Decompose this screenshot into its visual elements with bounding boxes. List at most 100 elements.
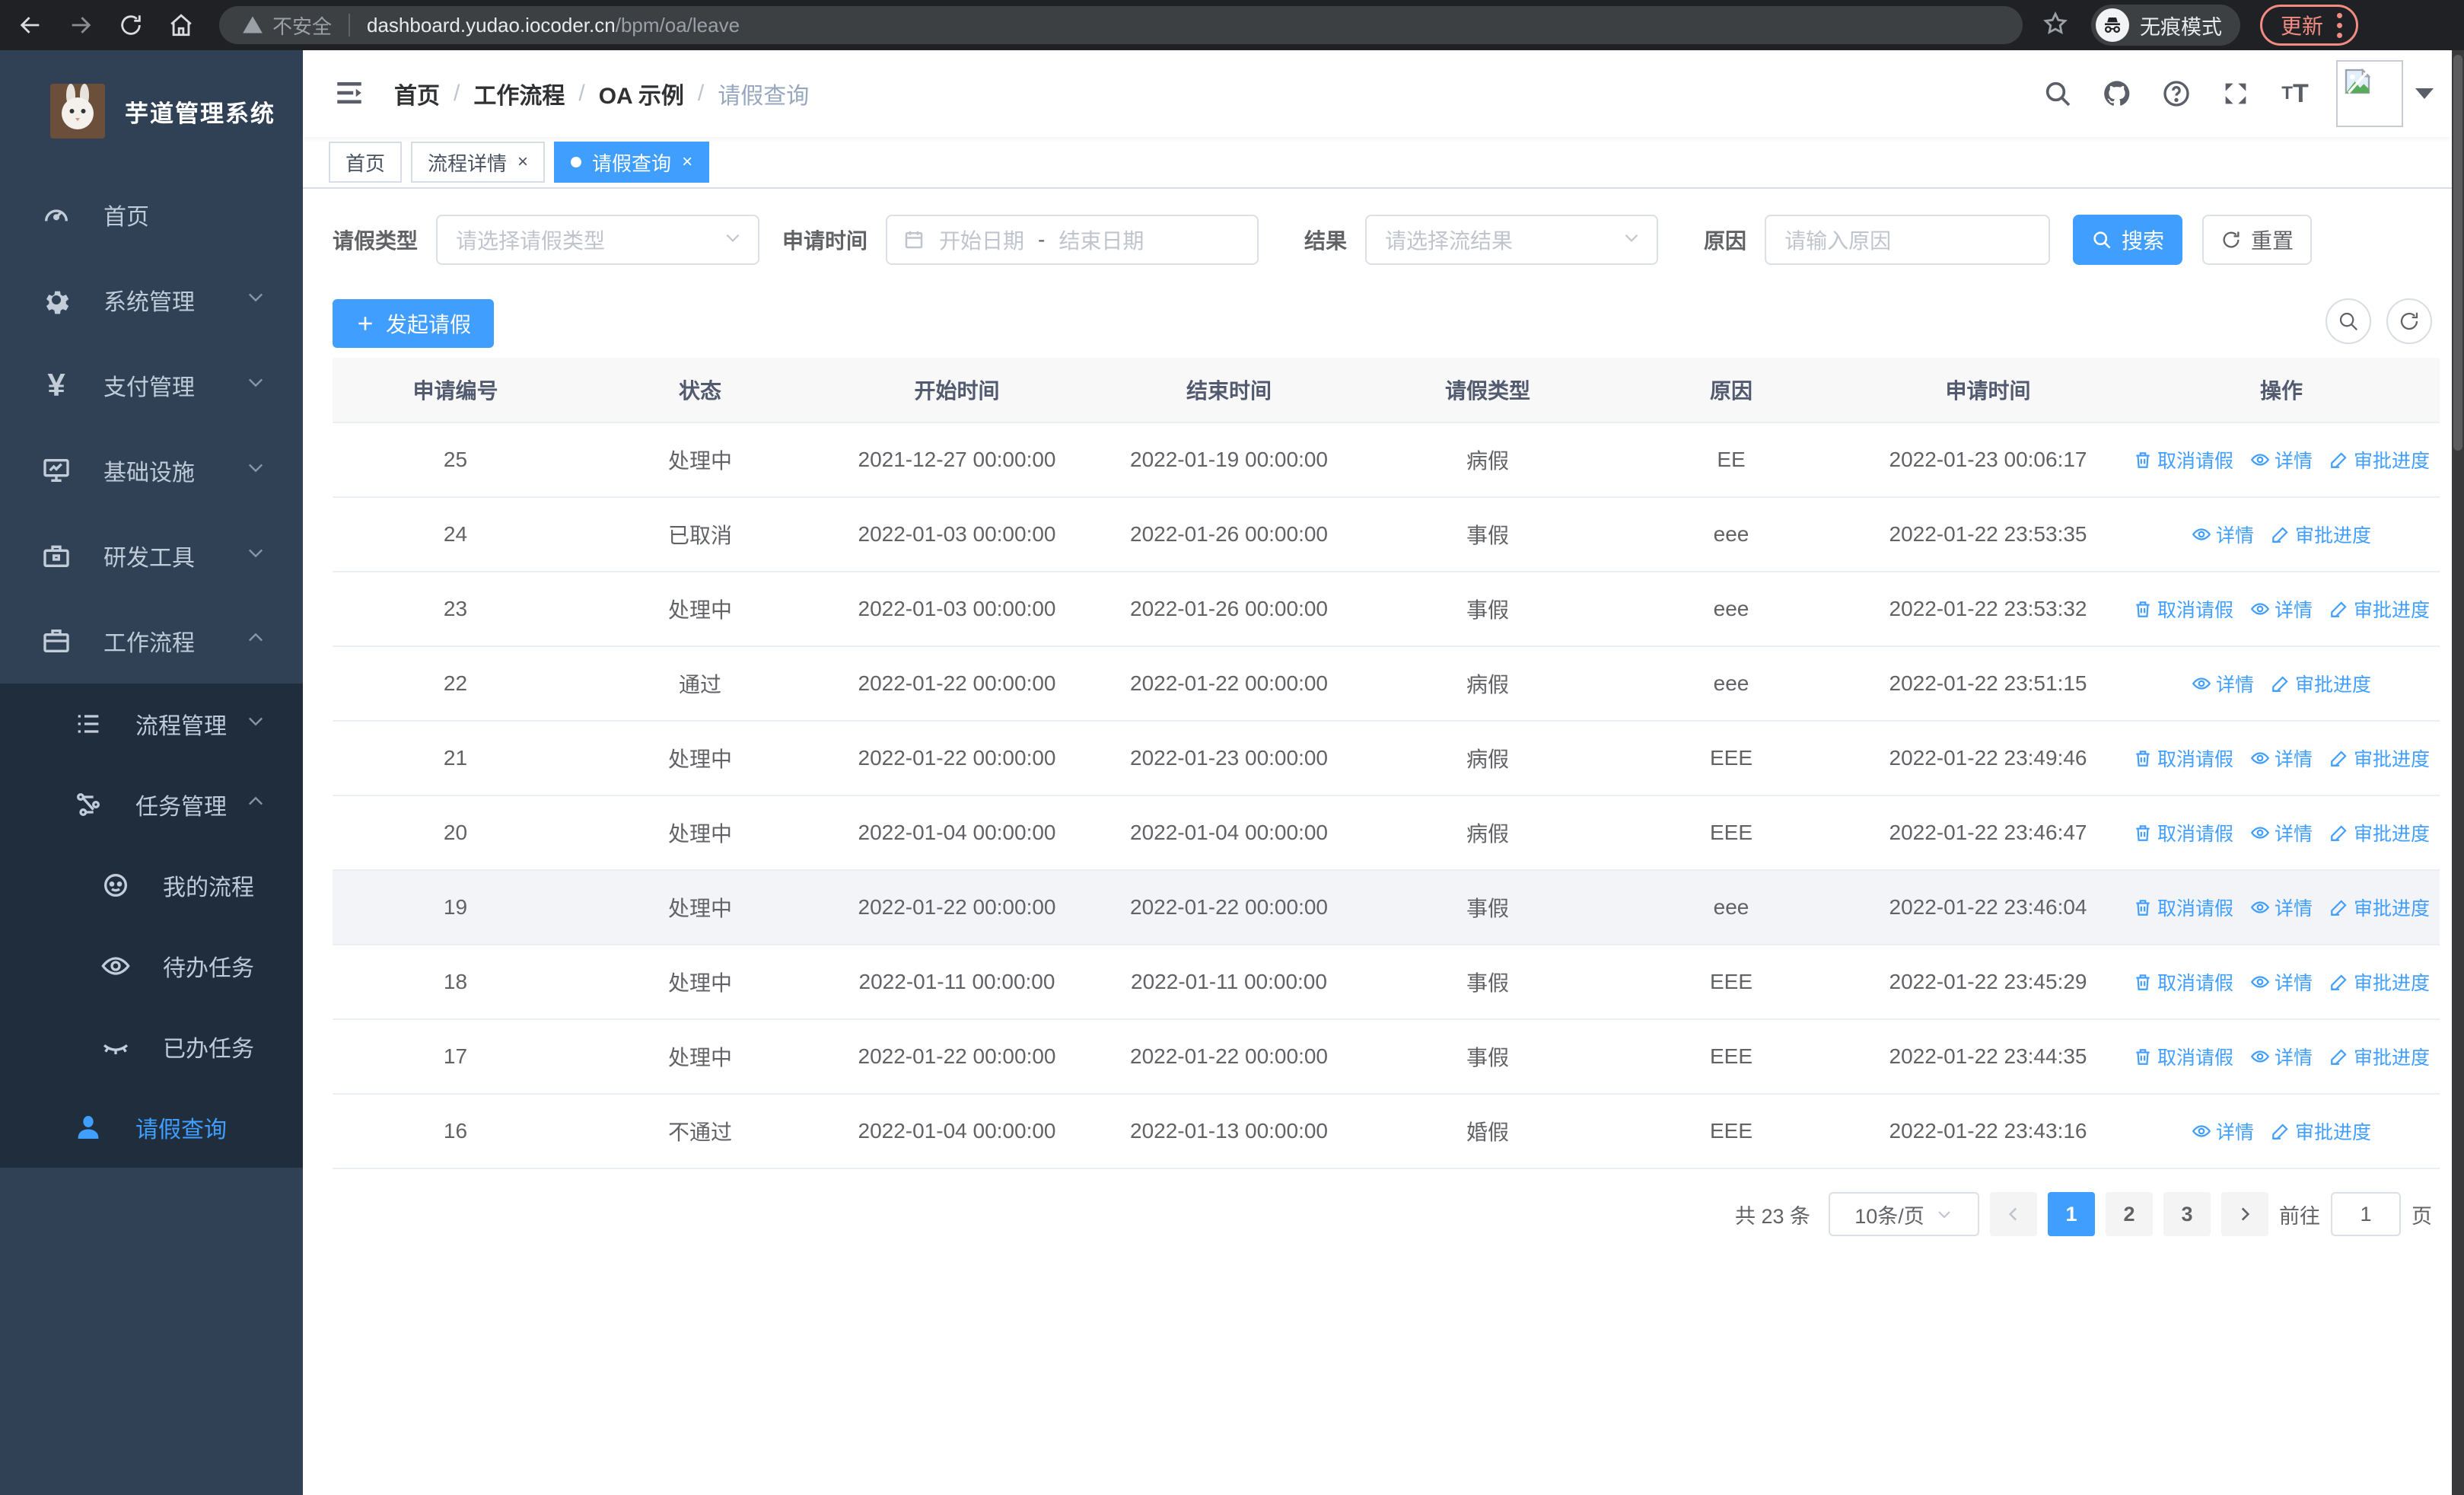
tab-leave-query[interactable]: 请假查询 × [554, 142, 710, 183]
detail-link[interactable]: 详情 [2250, 1043, 2313, 1070]
cell-leave-type: 病假 [1466, 748, 1509, 771]
approval-progress-link[interactable]: 审批进度 [2329, 446, 2430, 473]
bookmark-star-icon[interactable] [2042, 11, 2068, 40]
cell-actions: 取消请假 详情 审批进度 [2123, 595, 2440, 623]
approval-progress-link[interactable]: 审批进度 [2329, 1043, 2430, 1070]
close-icon[interactable]: × [517, 153, 528, 171]
start-date-placeholder: 开始日期 [939, 229, 1025, 253]
sidebar-item-devtools[interactable]: 研发工具 [0, 513, 303, 598]
approval-progress-link[interactable]: 审批进度 [2271, 670, 2371, 697]
goto-page-input[interactable] [2331, 1192, 2401, 1236]
page-button-3[interactable]: 3 [2163, 1192, 2211, 1236]
sidebar-item-leave-query[interactable]: 请假查询 [0, 1087, 303, 1168]
approval-progress-link[interactable]: 审批进度 [2329, 595, 2430, 623]
breadcrumb-item[interactable]: 工作流程 [473, 77, 565, 110]
help-icon[interactable] [2158, 75, 2195, 112]
approval-progress-link[interactable]: 审批进度 [2329, 744, 2430, 772]
navbar-actions: TT [2039, 60, 2434, 127]
cancel-leave-link[interactable]: 取消请假 [2133, 968, 2233, 996]
cancel-leave-link[interactable]: 取消请假 [2133, 446, 2233, 473]
detail-link[interactable]: 详情 [2250, 595, 2313, 623]
detail-link[interactable]: 详情 [2250, 744, 2313, 772]
address-bar[interactable]: 不安全 dashboard.yudao.iocoder.cn/bpm/oa/le… [219, 6, 2023, 44]
font-size-icon[interactable]: TT [2277, 75, 2313, 112]
avatar-menu-button[interactable] [2336, 60, 2434, 127]
browser-menu-icon[interactable] [2337, 12, 2343, 38]
caret-down-icon [2415, 88, 2434, 99]
detail-link[interactable]: 详情 [2192, 670, 2254, 697]
cell-status: 处理中 [667, 822, 732, 846]
detail-link[interactable]: 详情 [2192, 1117, 2254, 1145]
cell-start-time: 2022-01-11 00:00:00 [858, 970, 1055, 993]
approval-progress-link[interactable]: 审批进度 [2271, 1117, 2371, 1145]
next-page-button[interactable] [2221, 1192, 2268, 1236]
search-button[interactable]: 搜索 [2073, 215, 2183, 265]
approval-progress-link[interactable]: 审批进度 [2329, 819, 2430, 846]
approval-progress-link[interactable]: 审批进度 [2329, 968, 2430, 996]
sidebar-item-my-process[interactable]: 我的流程 [0, 845, 303, 926]
page-button-1[interactable]: 1 [2048, 1192, 2095, 1236]
search-icon[interactable] [2039, 75, 2076, 112]
browser-home-icon[interactable] [161, 5, 201, 45]
app-logo-row[interactable]: 芋道管理系统 [0, 50, 303, 172]
detail-link[interactable]: 详情 [2250, 819, 2313, 846]
page-scrollbar[interactable] [2452, 50, 2464, 1495]
breadcrumb-item[interactable]: OA 示例 [599, 77, 684, 110]
security-warning[interactable]: 不安全 [242, 11, 332, 40]
table-search-icon[interactable] [2326, 298, 2371, 344]
sidebar-item-done-tasks[interactable]: 已办任务 [0, 1006, 303, 1087]
sidebar-item-task-mgmt[interactable]: 任务管理 [0, 764, 303, 845]
leave-type-select[interactable]: 请选择请假类型 [436, 215, 760, 265]
close-icon[interactable]: × [682, 153, 692, 171]
create-leave-button[interactable]: 发起请假 [333, 299, 495, 348]
tab-home[interactable]: 首页 [329, 142, 403, 183]
browser-back-icon[interactable] [11, 5, 50, 45]
eye-icon [2192, 1125, 2211, 1137]
sidebar-item-workflow[interactable]: 工作流程 [0, 598, 303, 684]
sidebar-item-system[interactable]: 系统管理 [0, 257, 303, 343]
cell-status: 处理中 [667, 748, 732, 771]
cell-reason: EEE [1709, 821, 1753, 844]
cancel-leave-link[interactable]: 取消请假 [2133, 819, 2233, 846]
detail-link[interactable]: 详情 [2250, 968, 2313, 996]
sidebar-item-infra[interactable]: 基础设施 [0, 428, 303, 513]
cell-actions: 取消请假 详情 审批进度 [2123, 446, 2440, 473]
approval-progress-link[interactable]: 审批进度 [2271, 521, 2371, 548]
table-refresh-icon[interactable] [2386, 298, 2432, 344]
cancel-leave-link[interactable]: 取消请假 [2133, 744, 2233, 772]
tab-process-detail[interactable]: 流程详情 × [411, 142, 546, 183]
page-size-select[interactable]: 10条/页 [1829, 1192, 1979, 1236]
sidebar-item-payment[interactable]: ¥ 支付管理 [0, 343, 303, 428]
cell-start-time: 2022-01-22 00:00:00 [858, 895, 1056, 919]
fullscreen-icon[interactable] [2217, 75, 2254, 112]
approval-progress-link[interactable]: 审批进度 [2329, 894, 2430, 921]
sidebar-item-process-mgmt[interactable]: 流程管理 [0, 684, 303, 764]
eye-icon [2250, 1050, 2270, 1063]
cancel-leave-link[interactable]: 取消请假 [2133, 1043, 2233, 1070]
cancel-leave-link[interactable]: 取消请假 [2133, 894, 2233, 921]
breadcrumb-item[interactable]: 首页 [394, 77, 440, 110]
reason-input[interactable]: 请输入原因 [1765, 215, 2051, 265]
browser-forward-icon[interactable] [61, 5, 100, 45]
yen-icon: ¥ [47, 367, 65, 403]
github-icon[interactable] [2099, 75, 2135, 112]
table-row: 21 处理中 2022-01-22 00:00:00 2022-01-23 00… [333, 722, 2440, 796]
detail-link[interactable]: 详情 [2250, 894, 2313, 921]
result-select[interactable]: 请选择流结果 [1365, 215, 1659, 265]
page-button-2[interactable]: 2 [2106, 1192, 2153, 1236]
scrollbar-thumb[interactable] [2453, 55, 2462, 451]
sidebar-item-home[interactable]: 首页 [0, 172, 303, 257]
reset-button[interactable]: 重置 [2202, 215, 2313, 265]
browser-update-button[interactable]: 更新 [2260, 5, 2359, 46]
end-date-placeholder: 结束日期 [1059, 229, 1144, 253]
browser-toolbar: 不安全 dashboard.yudao.iocoder.cn/bpm/oa/le… [0, 0, 2464, 50]
sidebar-collapse-icon[interactable] [333, 77, 367, 110]
browser-reload-icon[interactable] [111, 5, 151, 45]
cancel-leave-link[interactable]: 取消请假 [2133, 595, 2233, 623]
detail-link[interactable]: 详情 [2192, 521, 2254, 548]
prev-page-button[interactable] [1990, 1192, 2037, 1236]
sidebar-item-todo-tasks[interactable]: 待办任务 [0, 926, 303, 1006]
chevron-down-icon [245, 286, 266, 314]
apply-time-range-input[interactable]: 开始日期 - 结束日期 [886, 215, 1259, 265]
detail-link[interactable]: 详情 [2250, 446, 2313, 473]
